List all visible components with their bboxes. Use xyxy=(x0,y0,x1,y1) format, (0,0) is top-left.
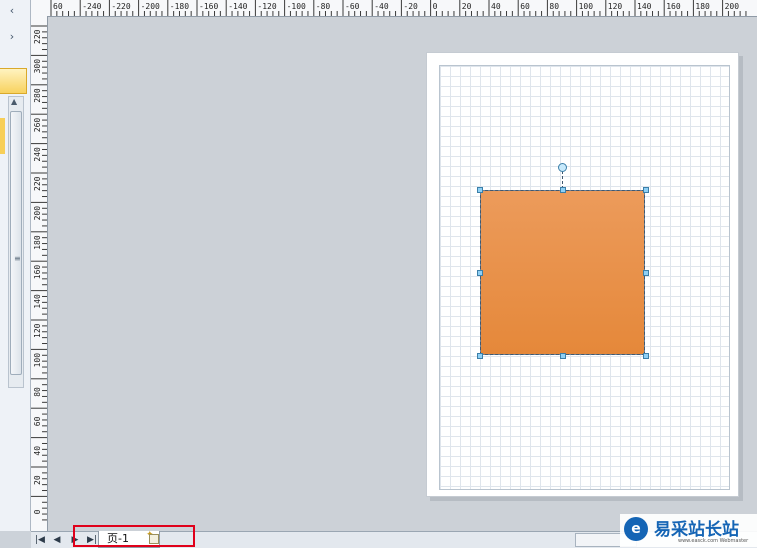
shapes-panel: ‹ › ▲ ≡ xyxy=(0,0,31,531)
ruler-tick-label: -140 xyxy=(228,2,247,11)
resize-handle-bottom-right[interactable] xyxy=(643,353,649,359)
ruler-tick-label: -120 xyxy=(257,2,276,11)
ruler-tick-label: 0 xyxy=(433,2,438,11)
ruler-tick-label: -80 xyxy=(316,2,331,11)
resize-handle-top[interactable] xyxy=(560,187,566,193)
rotation-handle[interactable] xyxy=(558,163,567,172)
ruler-tick-label: 300 xyxy=(33,59,42,74)
ruler-tick-label: 200 xyxy=(725,2,740,11)
ruler-tick-label: 20 xyxy=(462,2,472,11)
ruler-tick-label: 280 xyxy=(33,88,42,103)
ruler-tick-label: 80 xyxy=(549,2,559,11)
ruler-tick-label: 180 xyxy=(695,2,710,11)
ruler-tick-label: 220 xyxy=(33,29,42,44)
watermark: e 易采站长站 www.easck.com Webmaster xyxy=(620,514,757,547)
ruler-tick-label: -220 xyxy=(111,2,130,11)
grip-icon: ≡ xyxy=(14,254,21,263)
ruler-tick-label: 120 xyxy=(33,323,42,338)
ruler-tick-label: 140 xyxy=(33,294,42,309)
first-page-button[interactable]: |◀ xyxy=(33,533,47,547)
ruler-tick-label: 80 xyxy=(33,387,42,397)
ruler-tick-label: -100 xyxy=(287,2,306,11)
ruler-tick-label: 160 xyxy=(33,265,42,280)
ruler-tick-label: 60 xyxy=(33,416,42,426)
ruler-tick-label: -160 xyxy=(199,2,218,11)
vertical-ruler[interactable]: 220 300 280 260 240 220 200 180 160 140 120 100 80 60… xyxy=(31,16,48,531)
resize-handle-left[interactable] xyxy=(477,270,483,276)
ruler-tick-label: 220 xyxy=(33,176,42,191)
ruler-tick-label: 20 xyxy=(33,475,42,485)
ruler-tick-label: -180 xyxy=(170,2,189,11)
panel-scrollbar[interactable]: ▲ ≡ xyxy=(8,96,24,388)
scroll-up-arrow-icon[interactable]: ▲ xyxy=(11,97,17,106)
ruler-tick-label: 100 xyxy=(33,353,42,368)
ruler-tick-label: 40 xyxy=(491,2,501,11)
ruler-tick-label: 60 xyxy=(53,2,63,11)
horizontal-ruler-ticks: 60 -240 -220 -200 -180 -160 -140 -120 -100 -80 -60… xyxy=(50,0,747,16)
stencil-marker xyxy=(0,118,5,154)
ruler-tick-label: 0 xyxy=(33,509,42,514)
vertical-ruler-ticks: 2203002802602402202001801601401201008060… xyxy=(31,25,47,521)
orange-rectangle-shape[interactable] xyxy=(477,187,649,359)
resize-handle-bottom[interactable] xyxy=(560,353,566,359)
collapse-panel-button[interactable]: ‹ xyxy=(2,2,22,20)
ruler-tick-label: -40 xyxy=(374,2,389,11)
stencil-header-active[interactable] xyxy=(0,68,27,94)
resize-handle-bottom-left[interactable] xyxy=(477,353,483,359)
resize-handle-right[interactable] xyxy=(643,270,649,276)
ruler-tick-label: -20 xyxy=(403,2,418,11)
selection-outline xyxy=(480,190,645,355)
watermark-subtitle: www.easck.com Webmaster xyxy=(678,538,749,544)
ruler-tick-label: 240 xyxy=(33,147,42,162)
resize-handle-top-left[interactable] xyxy=(477,187,483,193)
ruler-tick-label: 260 xyxy=(33,118,42,133)
ruler-tick-label: -60 xyxy=(345,2,360,11)
ruler-tick-label: 200 xyxy=(33,206,42,221)
ruler-tick-label: 120 xyxy=(608,2,623,11)
ruler-tick-label: 100 xyxy=(579,2,594,11)
ruler-tick-label: 40 xyxy=(33,446,42,456)
watermark-title: 易采站长站 xyxy=(654,520,739,540)
horizontal-ruler[interactable]: 60 -240 -220 -200 -180 -160 -140 -120 -100 -80 -60… xyxy=(47,0,757,17)
ruler-corner xyxy=(31,0,48,17)
panel-scroll-thumb[interactable]: ≡ xyxy=(10,111,22,375)
resize-handle-top-right[interactable] xyxy=(643,187,649,193)
ruler-tick-label: -240 xyxy=(82,2,101,11)
watermark-logo-icon: e xyxy=(624,517,648,541)
highlight-box xyxy=(73,525,195,547)
ruler-tick-label: 160 xyxy=(666,2,681,11)
previous-page-button[interactable]: ◀ xyxy=(50,533,64,547)
ruler-tick-label: -200 xyxy=(141,2,160,11)
ruler-tick-label: 60 xyxy=(520,2,530,11)
ruler-tick-label: 180 xyxy=(33,235,42,250)
ruler-tick-label: 140 xyxy=(637,2,652,11)
expand-panel-button[interactable]: › xyxy=(2,28,22,46)
